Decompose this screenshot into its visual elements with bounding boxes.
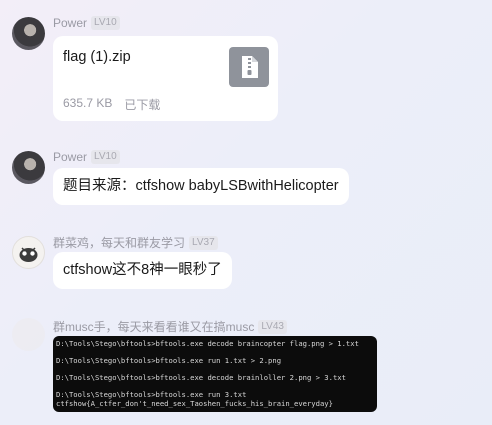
message-bubble[interactable]: ctfshow这不8神一眼秒了 [53,252,232,289]
sender-name[interactable]: 群musc手，每天来看看谁又在搞musc [53,318,254,335]
avatar[interactable] [12,236,45,269]
level-badge: LV10 [91,150,120,164]
zip-file-icon [229,47,269,87]
message-text: 题目来源：ctfshow babyLSBwithHelicopter [63,178,339,194]
terminal-line: D:\Tools\Stego\bftools>bftools.exe decod… [56,373,346,382]
file-size: 635.7 KB [63,96,113,110]
level-badge: LV10 [91,16,120,30]
terminal-line: D:\Tools\Stego\bftools>bftools.exe run 1… [56,356,282,365]
sender-line: Power LV10 [53,150,120,164]
sender-line: 群musc手，每天来看看谁又在搞musc LV43 [53,318,287,335]
sender-line: Power LV10 [53,16,120,30]
message-text: ctfshow这不8神一眼秒了 [63,262,222,278]
avatar[interactable] [12,318,45,351]
download-status: 已下载 [124,98,161,112]
sender-line: 群菜鸡，每天和群友学习 LV37 [53,234,218,251]
terminal-line: ctfshow{A_ctfer_don't_need_sex_Taoshen_f… [56,399,333,408]
sender-name[interactable]: 群菜鸡，每天和群友学习 [53,234,185,251]
level-badge: LV37 [189,235,218,250]
terminal-line: D:\Tools\Stego\bftools>bftools.exe decod… [56,339,359,348]
level-badge: LV43 [258,319,287,334]
file-card[interactable]: flag (1).zip 635.7 KB 已下载 [53,36,278,121]
file-name: flag (1).zip [63,49,131,65]
terminal-screenshot[interactable]: D:\Tools\Stego\bftools>bftools.exe decod… [53,336,377,412]
terminal-line: D:\Tools\Stego\bftools>bftools.exe run 3… [56,390,247,399]
avatar[interactable] [12,17,45,50]
file-meta: 635.7 KB 已下载 [63,96,160,113]
sender-name[interactable]: Power [53,150,87,164]
avatar[interactable] [12,151,45,184]
sender-name[interactable]: Power [53,16,87,30]
message-bubble[interactable]: 题目来源：ctfshow babyLSBwithHelicopter [53,168,349,205]
